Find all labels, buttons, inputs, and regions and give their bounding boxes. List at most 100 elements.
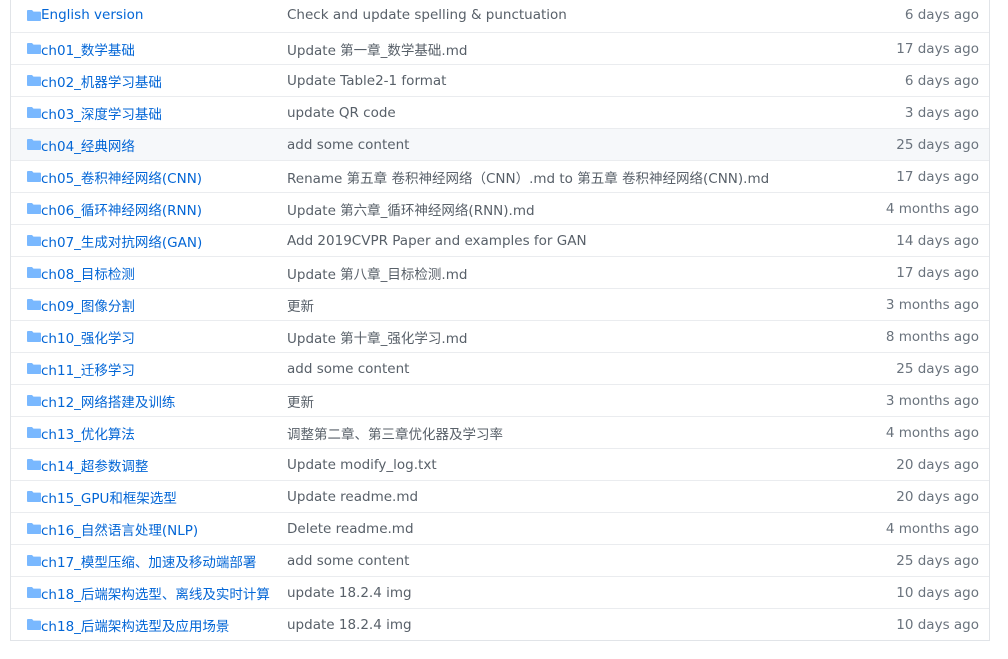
- commit-message-link[interactable]: add some content: [287, 361, 409, 377]
- icon-cell: [11, 107, 41, 118]
- table-row[interactable]: ch18_后端架构选型、离线及实时计算 update 18.2.4 img 10…: [11, 576, 989, 608]
- file-name-link[interactable]: English version: [41, 7, 143, 23]
- commit-message-link[interactable]: update QR code: [287, 105, 396, 121]
- table-row[interactable]: ch17_模型压缩、加速及移动端部署 add some content 25 d…: [11, 544, 989, 576]
- commit-message-link[interactable]: Update 第一章_数学基础.md: [287, 43, 467, 59]
- commit-message-link[interactable]: Delete readme.md: [287, 521, 414, 537]
- file-name-link[interactable]: ch08_目标检测: [41, 267, 135, 283]
- file-name-link[interactable]: ch07_生成对抗网络(GAN): [41, 235, 202, 251]
- table-row[interactable]: ch07_生成对抗网络(GAN) Add 2019CVPR Paper and …: [11, 224, 989, 256]
- commit-message-link[interactable]: Update readme.md: [287, 489, 418, 505]
- folder-icon: [27, 299, 41, 310]
- file-name-link[interactable]: ch05_卷积神经网络(CNN): [41, 171, 202, 187]
- folder-icon: [27, 619, 41, 630]
- file-name-link[interactable]: ch18_后端架构选型、离线及实时计算: [41, 587, 270, 603]
- file-name-link[interactable]: ch14_超参数调整: [41, 459, 148, 475]
- file-name-link[interactable]: ch01_数学基础: [41, 43, 135, 59]
- commit-age: 3 months ago: [885, 296, 979, 313]
- table-row[interactable]: ch11_迁移学习 add some content 25 days ago: [11, 352, 989, 384]
- folder-icon: [27, 139, 41, 150]
- folder-icon: [27, 459, 41, 470]
- icon-cell: [11, 331, 41, 342]
- icon-cell: [11, 139, 41, 150]
- commit-age: 14 days ago: [896, 232, 979, 249]
- file-name-link[interactable]: ch17_模型压缩、加速及移动端部署: [41, 555, 256, 571]
- commit-message-link[interactable]: Update Table2-1 format: [287, 73, 446, 89]
- file-name-link[interactable]: ch18_后端架构选型及应用场景: [41, 619, 229, 635]
- commit-age: 4 months ago: [885, 520, 979, 537]
- file-name-link[interactable]: ch12_网络搭建及训练: [41, 395, 175, 411]
- commit-message-link[interactable]: add some content: [287, 553, 409, 569]
- table-row[interactable]: ch13_优化算法 调整第二章、第三章优化器及学习率 4 months ago: [11, 416, 989, 448]
- table-row[interactable]: ch08_目标检测 Update 第八章_目标检测.md 17 days ago: [11, 256, 989, 288]
- folder-icon: [27, 235, 41, 246]
- icon-cell: [11, 267, 41, 278]
- table-row[interactable]: ch02_机器学习基础 Update Table2-1 format 6 day…: [11, 64, 989, 96]
- table-row[interactable]: ch10_强化学习 Update 第十章_强化学习.md 8 months ag…: [11, 320, 989, 352]
- folder-icon: [27, 171, 41, 182]
- file-name-link[interactable]: ch15_GPU和框架选型: [41, 491, 177, 507]
- commit-message-link[interactable]: Rename 第五章 卷积神经网络（CNN）.md to 第五章 卷积神经网络(…: [287, 171, 769, 187]
- commit-message-link[interactable]: 更新: [287, 299, 314, 315]
- icon-cell: [11, 363, 41, 374]
- commit-message-link[interactable]: Check and update spelling & punctuation: [287, 7, 567, 23]
- commit-message-link[interactable]: update 18.2.4 img: [287, 585, 412, 601]
- folder-icon: [27, 555, 41, 566]
- commit-message-link[interactable]: update 18.2.4 img: [287, 617, 412, 633]
- table-row[interactable]: ch16_自然语言处理(NLP) Delete readme.md 4 mont…: [11, 512, 989, 544]
- icon-cell: [11, 491, 41, 502]
- file-name-link[interactable]: ch06_循环神经网络(RNN): [41, 203, 202, 219]
- file-name-link[interactable]: ch13_优化算法: [41, 427, 135, 443]
- commit-message-link[interactable]: 更新: [287, 395, 314, 411]
- commit-age: 17 days ago: [896, 168, 979, 185]
- file-list-table: English version Check and update spellin…: [10, 0, 990, 641]
- commit-age: 10 days ago: [896, 616, 979, 633]
- folder-icon: [27, 427, 41, 438]
- table-row[interactable]: ch01_数学基础 Update 第一章_数学基础.md 17 days ago: [11, 32, 989, 64]
- commit-message-link[interactable]: Add 2019CVPR Paper and examples for GAN: [287, 233, 587, 249]
- table-row[interactable]: ch06_循环神经网络(RNN) Update 第六章_循环神经网络(RNN).…: [11, 192, 989, 224]
- file-name-link[interactable]: ch10_强化学习: [41, 331, 135, 347]
- icon-cell: [11, 587, 41, 598]
- commit-age: 20 days ago: [896, 456, 979, 473]
- folder-icon: [27, 43, 41, 54]
- file-name-link[interactable]: ch04_经典网络: [41, 139, 135, 155]
- table-row[interactable]: ch14_超参数调整 Update modify_log.txt 20 days…: [11, 448, 989, 480]
- commit-age: 25 days ago: [896, 552, 979, 569]
- folder-icon: [27, 363, 41, 374]
- icon-cell: [11, 523, 41, 534]
- table-row[interactable]: ch09_图像分割 更新 3 months ago: [11, 288, 989, 320]
- folder-icon: [27, 107, 41, 118]
- folder-icon: [27, 203, 41, 214]
- file-name-link[interactable]: ch02_机器学习基础: [41, 75, 162, 91]
- file-name-link[interactable]: ch11_迁移学习: [41, 363, 135, 379]
- commit-message-link[interactable]: add some content: [287, 137, 409, 153]
- commit-age: 25 days ago: [896, 360, 979, 377]
- icon-cell: [11, 203, 41, 214]
- commit-age: 4 months ago: [885, 424, 979, 441]
- commit-age: 6 days ago: [904, 72, 979, 89]
- folder-icon: [27, 491, 41, 502]
- table-row[interactable]: ch18_后端架构选型及应用场景 update 18.2.4 img 10 da…: [11, 608, 989, 640]
- file-name-link[interactable]: ch03_深度学习基础: [41, 107, 162, 123]
- file-name-link[interactable]: ch16_自然语言处理(NLP): [41, 523, 198, 539]
- commit-message-link[interactable]: Update 第六章_循环神经网络(RNN).md: [287, 203, 535, 219]
- folder-icon: [27, 523, 41, 534]
- commit-message-link[interactable]: Update modify_log.txt: [287, 457, 437, 473]
- table-row[interactable]: ch15_GPU和框架选型 Update readme.md 20 days a…: [11, 480, 989, 512]
- folder-icon: [27, 587, 41, 598]
- file-name-link[interactable]: ch09_图像分割: [41, 299, 135, 315]
- table-row[interactable]: ch03_深度学习基础 update QR code 3 days ago: [11, 96, 989, 128]
- commit-message-link[interactable]: Update 第十章_强化学习.md: [287, 331, 467, 347]
- commit-message-link[interactable]: 调整第二章、第三章优化器及学习率: [287, 427, 503, 443]
- table-row[interactable]: ch05_卷积神经网络(CNN) Rename 第五章 卷积神经网络（CNN）.…: [11, 160, 989, 192]
- commit-age: 8 months ago: [885, 328, 979, 345]
- folder-icon: [27, 395, 41, 406]
- table-row[interactable]: English version Check and update spellin…: [11, 0, 989, 32]
- commit-age: 25 days ago: [896, 136, 979, 153]
- commit-message-link[interactable]: Update 第八章_目标检测.md: [287, 267, 467, 283]
- table-row[interactable]: ch12_网络搭建及训练 更新 3 months ago: [11, 384, 989, 416]
- commit-age: 3 months ago: [885, 392, 979, 409]
- commit-age: 20 days ago: [896, 488, 979, 505]
- table-row[interactable]: ch04_经典网络 add some content 25 days ago: [11, 128, 989, 160]
